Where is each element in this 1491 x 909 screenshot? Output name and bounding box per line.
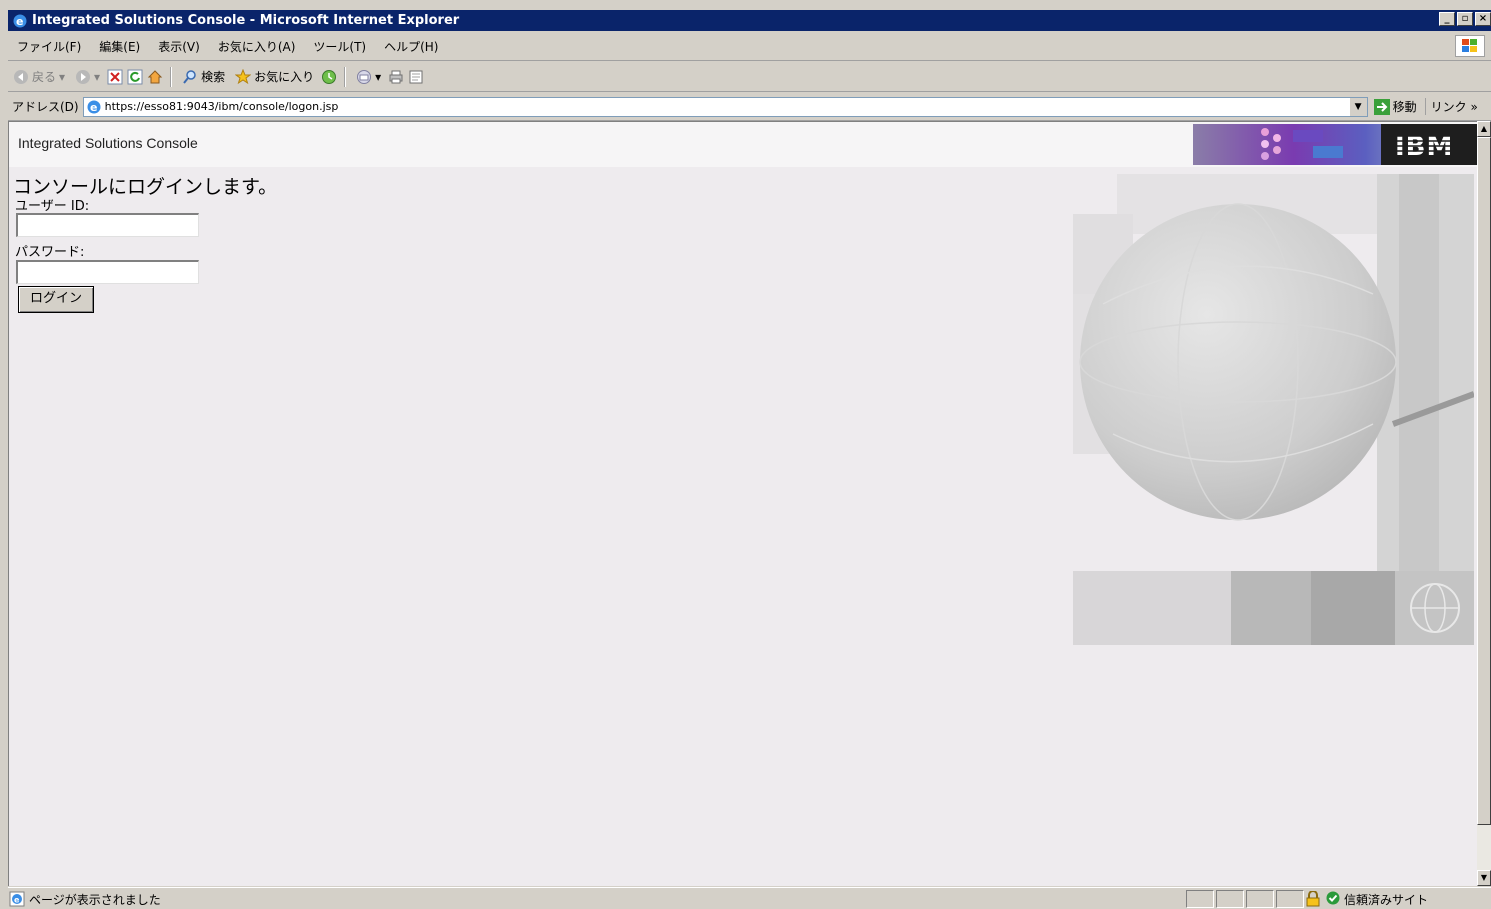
svg-text:e: e: [14, 896, 20, 905]
page-content: Integrated Solutions Console IBM コンソールにロ…: [8, 121, 1477, 886]
back-label: 戻る: [32, 70, 57, 84]
window-controls: _ ▫ ×: [1439, 12, 1491, 26]
chevron-down-icon: ▼: [1354, 101, 1362, 112]
password-label: パスワード:: [15, 245, 85, 260]
home-icon[interactable]: [147, 69, 163, 85]
menu-file[interactable]: ファイル(F): [8, 38, 90, 55]
menu-view[interactable]: 表示(V): [149, 38, 209, 55]
status-message-area: e ページが表示されました: [8, 891, 161, 908]
mail-icon: [356, 69, 372, 85]
toolbar: 戻る ▾ ▾ 検索 お気に入り ▾: [8, 62, 1491, 92]
menu-bar: ファイル(F) 編集(E) 表示(V) お気に入り(A) ツール(T) ヘルプ(…: [8, 33, 1491, 61]
globe-decoration-image: [1073, 174, 1474, 645]
menu-favorites[interactable]: お気に入り(A): [209, 38, 305, 55]
go-arrow-icon: [1373, 98, 1390, 115]
status-panel: [1216, 890, 1244, 908]
security-zone[interactable]: 信頼済みサイト: [1326, 890, 1428, 908]
scroll-up-button[interactable]: ▲: [1477, 121, 1491, 137]
page-icon: e: [86, 99, 102, 115]
toolbar-separator: [344, 66, 347, 87]
lock-icon[interactable]: [1304, 890, 1322, 908]
search-label: 検索: [201, 70, 226, 84]
chevron-down-icon[interactable]: ▾: [59, 70, 65, 84]
maximize-button[interactable]: ▫: [1457, 12, 1473, 26]
toolbar-separator: [170, 66, 173, 87]
stop-icon[interactable]: [107, 69, 123, 85]
favorites-label: お気に入り: [254, 70, 315, 84]
chevron-down-icon[interactable]: ▾: [375, 70, 381, 84]
svg-text:e: e: [90, 101, 97, 114]
page-done-icon: e: [9, 891, 25, 907]
close-button[interactable]: ×: [1475, 12, 1491, 26]
menu-edit[interactable]: 編集(E): [90, 38, 149, 55]
chevron-down-icon[interactable]: ▾: [94, 70, 100, 84]
scroll-down-button[interactable]: ▼: [1477, 870, 1491, 886]
menu-help[interactable]: ヘルプ(H): [375, 38, 447, 55]
ie-window: e Integrated Solutions Console - Microso…: [0, 0, 1491, 909]
window-title: Integrated Solutions Console - Microsoft…: [32, 13, 460, 28]
status-panel: [1246, 890, 1274, 908]
address-label: アドレス(D): [12, 100, 79, 114]
favorites-button[interactable]: お気に入り: [232, 68, 317, 85]
banner-title: Integrated Solutions Console: [18, 135, 198, 151]
trusted-zone-icon: [1326, 891, 1340, 908]
back-button[interactable]: 戻る ▾: [10, 68, 68, 85]
search-button[interactable]: 検索: [179, 68, 228, 85]
favorites-icon: [234, 68, 252, 85]
history-icon[interactable]: [321, 69, 337, 85]
scroll-thumb[interactable]: [1477, 137, 1491, 825]
go-button[interactable]: 移動: [1373, 98, 1417, 115]
title-bar: e Integrated Solutions Console - Microso…: [8, 10, 1491, 31]
windows-logo-icon: [1455, 35, 1485, 57]
status-message: ページが表示されました: [29, 892, 161, 907]
address-dropdown-button[interactable]: ▼: [1348, 97, 1367, 116]
ie-icon: e: [12, 13, 28, 29]
search-icon: [182, 69, 198, 85]
security-zone-label: 信頼済みサイト: [1344, 892, 1429, 907]
ibm-banner-image: IBM: [1193, 124, 1477, 165]
status-bar: e ページが表示されました 信頼済みサイト: [8, 887, 1491, 909]
go-label: 移動: [1392, 100, 1417, 114]
console-banner: Integrated Solutions Console IBM: [9, 122, 1477, 167]
edit-icon[interactable]: [408, 69, 424, 85]
user-id-label: ユーザー ID:: [15, 199, 90, 214]
print-icon[interactable]: [388, 69, 404, 85]
login-button[interactable]: ログイン: [18, 286, 94, 313]
password-input[interactable]: [16, 260, 199, 284]
status-panels: [1186, 890, 1306, 908]
mail-button[interactable]: ▾: [353, 69, 384, 85]
refresh-icon[interactable]: [127, 69, 143, 85]
svg-text:e: e: [16, 15, 23, 28]
menu-tools[interactable]: ツール(T): [304, 38, 375, 55]
minimize-button[interactable]: _: [1439, 12, 1455, 26]
links-button[interactable]: リンク »: [1424, 98, 1478, 115]
address-url: https://esso81:9043/ibm/console/logon.js…: [104, 100, 339, 113]
status-panel: [1186, 890, 1214, 908]
user-id-input[interactable]: [16, 213, 199, 237]
vertical-scrollbar[interactable]: ▲ ▼: [1477, 121, 1491, 886]
forward-button[interactable]: ▾: [72, 69, 103, 85]
address-input[interactable]: e https://esso81:9043/ibm/console/logon.…: [82, 96, 1368, 117]
forward-icon: [75, 69, 91, 85]
address-bar: アドレス(D) e https://esso81:9043/ibm/consol…: [8, 93, 1491, 121]
status-panel: [1276, 890, 1304, 908]
back-icon: [13, 69, 29, 85]
